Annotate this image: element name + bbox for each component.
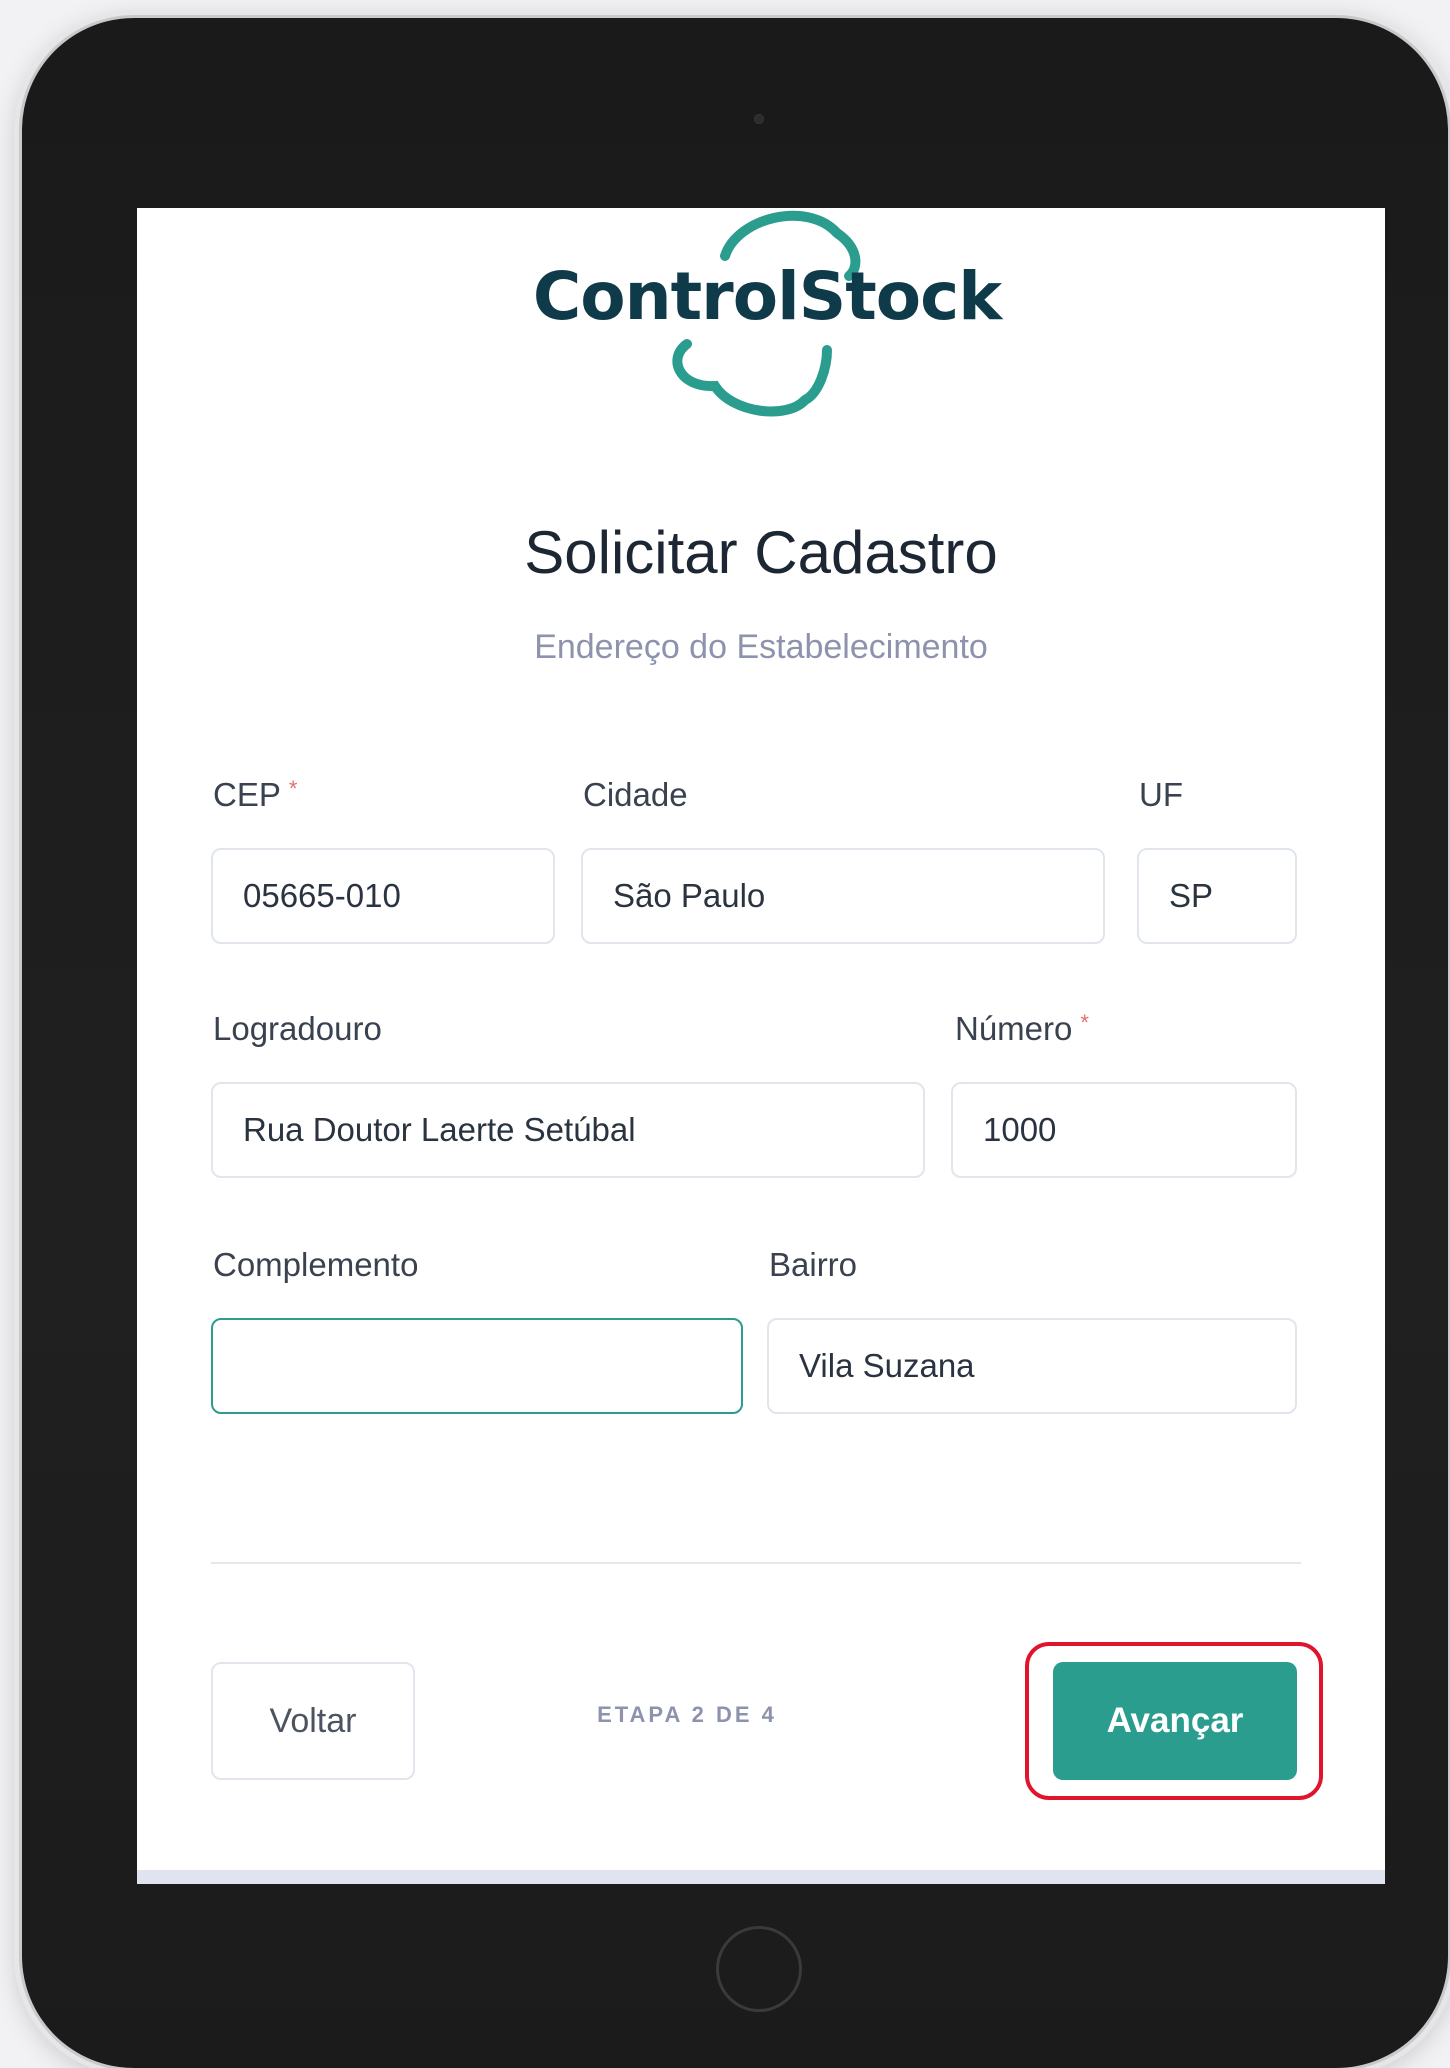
complemento-field[interactable] [211,1318,743,1414]
next-button[interactable]: Avançar [1053,1662,1297,1780]
camera-dot [754,114,764,124]
bairro-field[interactable]: Vila Suzana [767,1318,1297,1414]
logradouro-field[interactable]: Rua Doutor Laerte Setúbal [211,1082,925,1178]
tablet-frame: ControlStock Solicitar Cadastro Endereço… [22,18,1448,2068]
bairro-label: Bairro [769,1246,858,1283]
numero-field[interactable]: 1000 [951,1082,1297,1178]
uf-label: UF [1139,776,1183,813]
logo: ControlStock [487,208,1047,438]
numero-label-text: Número [955,1010,1073,1047]
required-mark: * [288,776,298,801]
back-button[interactable]: Voltar [211,1662,415,1780]
logo-text: ControlStock [532,258,1002,335]
cidade-field[interactable]: São Paulo [581,848,1105,944]
logradouro-label: Logradouro [213,1010,382,1047]
required-mark: * [1080,1010,1089,1035]
numero-label: Número * [955,1010,1089,1048]
page-title: Solicitar Cadastro [524,519,998,586]
cep-field[interactable]: 05665-010 [211,848,555,944]
cidade-label: Cidade [583,776,688,813]
cep-label-text: CEP [213,776,281,813]
divider [211,1562,1301,1564]
screen-bottom-strip [137,1870,1385,1884]
complemento-label: Complemento [213,1246,419,1283]
home-button[interactable] [716,1926,802,2012]
step-indicator: ETAPA 2 DE 4 [597,1702,777,1727]
page-subtitle: Endereço do Estabelecimento [534,628,988,666]
uf-field[interactable]: SP [1137,848,1297,944]
app-screen: ControlStock Solicitar Cadastro Endereço… [137,208,1385,1884]
cep-label: CEP * [213,776,297,814]
